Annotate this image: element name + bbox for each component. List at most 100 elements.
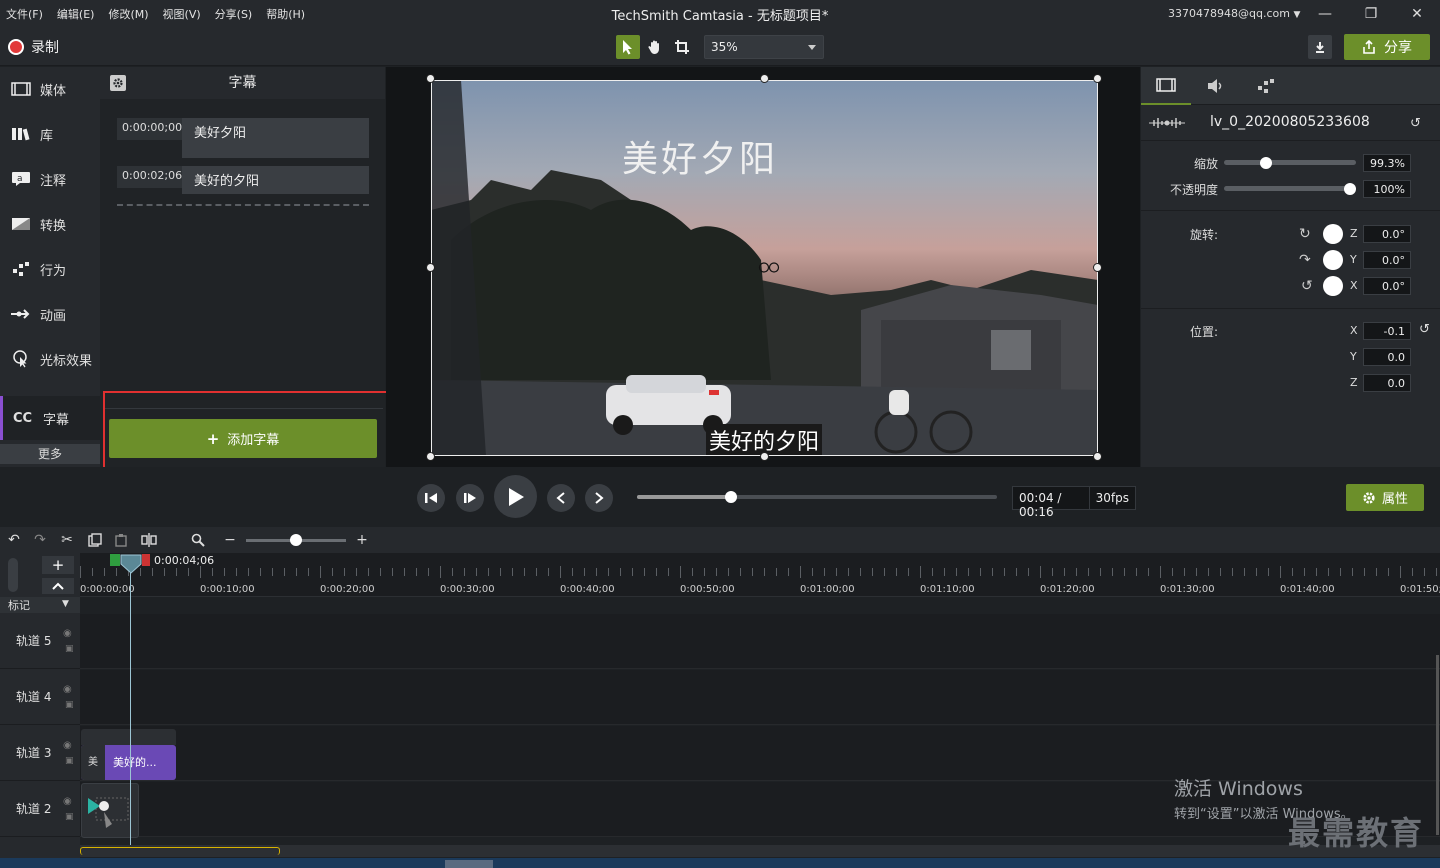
collapse-tracks-button[interactable] [42,578,74,594]
resize-handle[interactable] [426,452,435,461]
caption-clip[interactable]: 美 美好的... [81,745,176,780]
eye-icon[interactable]: ◉ [63,740,72,751]
undo-button[interactable]: ↶ [5,531,23,549]
position-z-input[interactable]: 0.0 [1363,374,1411,392]
track-label-3[interactable]: 轨道 3 ◉ ▣ [0,726,80,781]
tab-behaviors[interactable] [1241,67,1291,105]
add-track-button[interactable]: + [42,556,74,574]
rotation-y-input[interactable]: 0.0° [1363,251,1411,269]
tab-audio[interactable] [1191,67,1241,105]
zoom-out-button[interactable]: − [221,531,239,549]
sidebar-item-captions[interactable]: CC 字幕 [0,396,100,440]
copy-button[interactable] [86,531,104,549]
playhead-handle[interactable] [120,554,142,574]
menu-view[interactable]: 视图(V) [163,6,201,22]
opacity-slider[interactable] [1224,186,1356,191]
resize-handle[interactable] [426,263,435,272]
scale-input[interactable]: 99.3% [1363,154,1411,172]
resize-handle[interactable] [760,74,769,83]
paste-button[interactable] [112,531,130,549]
step-forward-button[interactable] [456,484,484,512]
lock-icon[interactable]: ▣ [65,700,74,710]
minimize-button[interactable]: — [1310,4,1340,24]
redo-button[interactable]: ↷ [31,531,49,549]
vertical-scrollbar[interactable] [1436,655,1439,835]
sidebar-item-cursor-effects[interactable]: 光标效果 [0,337,100,381]
track-row-5[interactable] [80,614,1440,669]
track-label-5[interactable]: 轨道 5 ◉ ▣ [0,614,80,669]
selection-end-marker[interactable] [142,554,150,566]
track-label-2[interactable]: 轨道 2 ◉ ▣ [0,782,80,837]
rotation-z-input[interactable]: 0.0° [1363,225,1411,243]
scrollbar-thumb[interactable] [80,847,280,855]
add-caption-button[interactable]: + 添加字幕 [109,419,377,458]
zoom-in-button[interactable]: + [353,531,371,549]
resize-handle[interactable] [1093,74,1102,83]
resize-handle[interactable] [1093,263,1102,272]
menu-file[interactable]: 文件(F) [6,6,43,22]
timeline-zoom-knob[interactable] [290,534,302,546]
rotation-y-wheel[interactable] [1323,250,1343,270]
reset-icon[interactable]: ↺ [1410,116,1421,131]
lock-icon[interactable]: ▣ [65,644,74,654]
track-row-3[interactable] [80,726,1440,781]
record-button[interactable]: 录制 [8,37,59,57]
markers-toggle[interactable]: 标记 ▼ [0,597,80,613]
gear-icon[interactable] [110,75,126,91]
eye-icon[interactable]: ◉ [63,628,72,639]
select-tool-button[interactable] [616,35,640,59]
split-button[interactable] [140,531,158,549]
properties-button[interactable]: 属性 [1346,484,1424,511]
cut-button[interactable]: ✂ [58,531,76,549]
sidebar-item-annotations[interactable]: a 注释 [0,157,100,201]
resize-handle[interactable] [760,452,769,461]
crop-tool-button[interactable] [670,35,694,59]
rotation-x-input[interactable]: 0.0° [1363,277,1411,295]
eye-icon[interactable]: ◉ [63,684,72,695]
lock-icon[interactable]: ▣ [65,756,74,766]
scale-slider[interactable] [1224,160,1356,165]
track-row-4[interactable] [80,670,1440,725]
position-x-input[interactable]: -0.1 [1363,322,1411,340]
track-height-slider[interactable] [8,558,18,592]
tab-visual[interactable] [1141,67,1191,105]
sidebar-more-button[interactable]: 更多 [0,444,100,464]
next-button[interactable] [585,484,613,512]
share-button[interactable]: 分享 [1344,34,1430,60]
zoom-select[interactable]: 35% [704,35,824,59]
eye-icon[interactable]: ◉ [63,796,72,807]
rotate-center-handle[interactable] [758,262,782,273]
pan-tool-button[interactable] [643,35,667,59]
account-menu[interactable]: 3370478948@qq.com ▼ [1168,7,1300,20]
sidebar-item-library[interactable]: 库 [0,112,100,156]
sidebar-item-transitions[interactable]: 转换 [0,202,100,246]
caption-row[interactable]: 0:00:02;06 美好的夕阳 [117,166,369,194]
menu-share[interactable]: 分享(S) [215,6,253,22]
caption-text[interactable]: 美好的夕阳 [182,166,369,194]
position-y-input[interactable]: 0.0 [1363,348,1411,366]
caption-text[interactable]: 美好夕阳 [182,118,369,158]
caption-row[interactable]: 0:00:00;00 美好夕阳 [117,118,369,158]
menu-modify[interactable]: 修改(M) [108,6,148,22]
reset-icon[interactable]: ↺ [1419,322,1430,337]
sidebar-item-media[interactable]: 媒体 [0,67,100,111]
track-label-4[interactable]: 轨道 4 ◉ ▣ [0,670,80,725]
step-back-button[interactable] [417,484,445,512]
menu-edit[interactable]: 编辑(E) [57,6,95,22]
horizontal-scrollbar[interactable] [80,845,1440,857]
rotation-x-wheel[interactable] [1323,276,1343,296]
sidebar-item-animations[interactable]: 动画 [0,292,100,336]
opacity-slider-knob[interactable] [1344,183,1356,195]
selection-start-marker[interactable] [110,554,120,566]
resize-handle[interactable] [426,74,435,83]
zoom-fit-button[interactable] [189,531,207,549]
resize-handle[interactable] [1093,452,1102,461]
previous-button[interactable] [547,484,575,512]
play-button[interactable] [494,475,537,518]
lock-icon[interactable]: ▣ [65,812,74,822]
taskbar-item[interactable] [445,860,493,868]
rotation-z-wheel[interactable] [1323,224,1343,244]
restore-button[interactable]: ❐ [1356,4,1386,24]
scale-slider-knob[interactable] [1260,157,1272,169]
playback-scrubber-knob[interactable] [724,491,737,503]
